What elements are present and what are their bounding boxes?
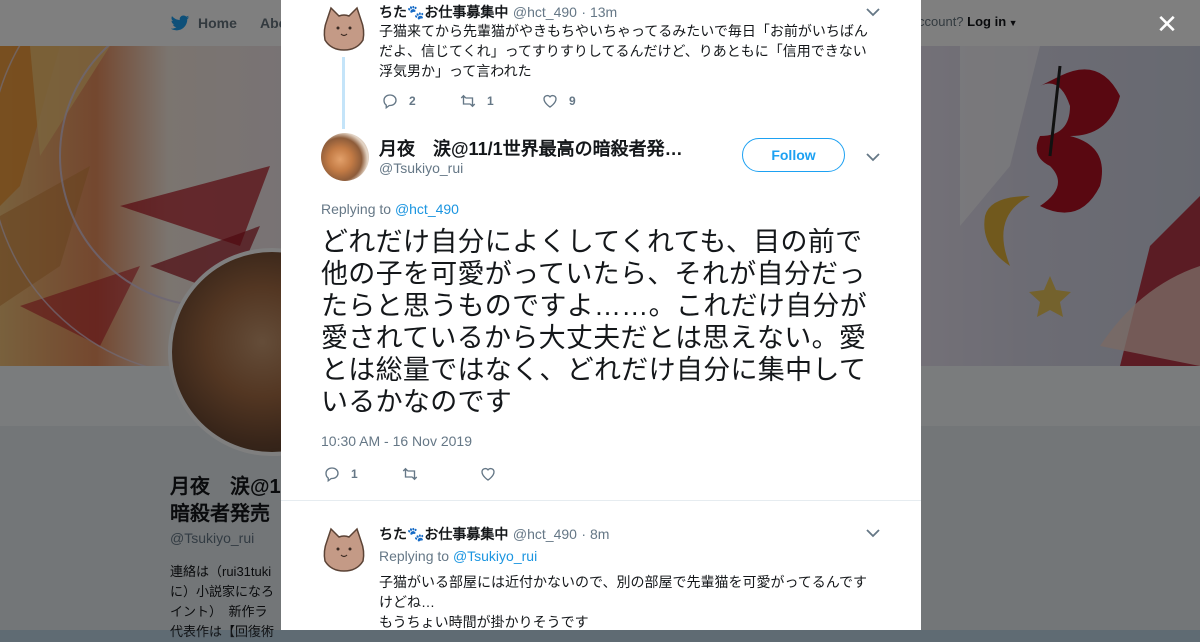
like-icon: [543, 94, 557, 108]
reply2-text-line: 子猫がいる部屋には近付かないので、別の部屋で先輩猫を可愛がってるんです: [379, 574, 868, 590]
reply1-actions: 2 1 9: [381, 92, 604, 110]
follow-button[interactable]: Follow: [742, 138, 845, 172]
reply-button[interactable]: 2: [381, 92, 431, 110]
reply2-handle[interactable]: @hct_490: [513, 526, 577, 542]
reply1-handle[interactable]: @hct_490: [513, 4, 577, 20]
reply1-retweet-count: 1: [487, 94, 494, 108]
thread-connector: [342, 57, 345, 129]
main-tweet-name[interactable]: 月夜 涙@11/1世界最高の暗殺者発…: [379, 135, 683, 161]
reply2-time[interactable]: · 8m: [581, 526, 609, 542]
reply1-header: ちた🐾お仕事募集中 @hct_490 · 13m: [379, 2, 617, 22]
reply-button[interactable]: 1: [323, 465, 373, 483]
chevron-down-icon[interactable]: [866, 152, 880, 162]
reply1-text: 子猫来てから先輩猫がやきもちやいちゃってるみたいで毎日「お前がいちばん だよ、信…: [379, 21, 879, 81]
main-tweet-text: どれだけ自分によくしてくれても、目の前で他の子を可愛がっていたら、それが自分だっ…: [321, 227, 867, 417]
reply2-avatar[interactable]: [321, 527, 367, 573]
retweet-button[interactable]: 1: [459, 92, 513, 110]
reply1-text-line: 浮気男か」って言われた: [379, 63, 532, 79]
like-button[interactable]: [479, 465, 507, 483]
main-tweet-avatar[interactable]: [321, 133, 369, 181]
main-tweet-timestamp[interactable]: 10:30 AM - 16 Nov 2019: [321, 433, 472, 449]
main-reply-count: 1: [351, 467, 358, 481]
reply1-reply-count: 2: [409, 94, 416, 108]
chevron-down-icon[interactable]: [866, 528, 880, 538]
chevron-down-icon[interactable]: [866, 7, 880, 17]
reply2-name[interactable]: ちた🐾お仕事募集中: [379, 526, 508, 542]
retweet-icon: [460, 94, 476, 108]
reply2-header: ちた🐾お仕事募集中 @hct_490 · 8m: [379, 524, 609, 544]
reply1-text-line: だよ、信じてくれ」ってすりすりしてるんだけど、りあともに「信用できない: [379, 43, 867, 59]
reply2-replying-to: Replying to @Tsukiyo_rui: [379, 548, 537, 564]
reply-divider: [281, 500, 921, 511]
reply2-text-line: もうちょい時間が掛かりそうです: [379, 614, 589, 630]
main-tweet-actions: 1: [323, 465, 535, 483]
reply1-time[interactable]: · 13m: [581, 4, 617, 20]
tweet-modal: ちた🐾お仕事募集中 @hct_490 · 13m 子猫来てから先輩猫がやきもちや…: [281, 0, 921, 630]
retweet-icon: [402, 467, 418, 481]
reply-icon: [325, 467, 339, 483]
close-icon[interactable]: ✕: [1155, 11, 1179, 37]
reply2-text: 子猫がいる部屋には近付かないので、別の部屋で先輩猫を可愛がってるんです けどね……: [379, 572, 879, 630]
like-icon: [481, 467, 495, 481]
main-tweet-handle[interactable]: @Tsukiyo_rui: [379, 160, 463, 176]
replying-to-handle-link[interactable]: @hct_490: [395, 201, 459, 217]
reply2-text-line: けどね…: [379, 594, 435, 610]
reply1-like-count: 9: [569, 94, 576, 108]
replying-to-label: Replying to: [321, 201, 392, 217]
like-button[interactable]: 9: [541, 92, 576, 110]
main-replying-to: Replying to @hct_490: [321, 201, 459, 217]
reply-icon: [383, 94, 397, 110]
reply1-avatar[interactable]: [321, 6, 367, 52]
replying-to-label: Replying to: [379, 548, 450, 564]
replying-to-handle-link[interactable]: @Tsukiyo_rui: [453, 548, 537, 564]
reply1-name[interactable]: ちた🐾お仕事募集中: [379, 4, 508, 20]
reply1-text-line: 子猫来てから先輩猫がやきもちやいちゃってるみたいで毎日「お前がいちばん: [379, 23, 868, 39]
retweet-button[interactable]: [401, 465, 451, 483]
